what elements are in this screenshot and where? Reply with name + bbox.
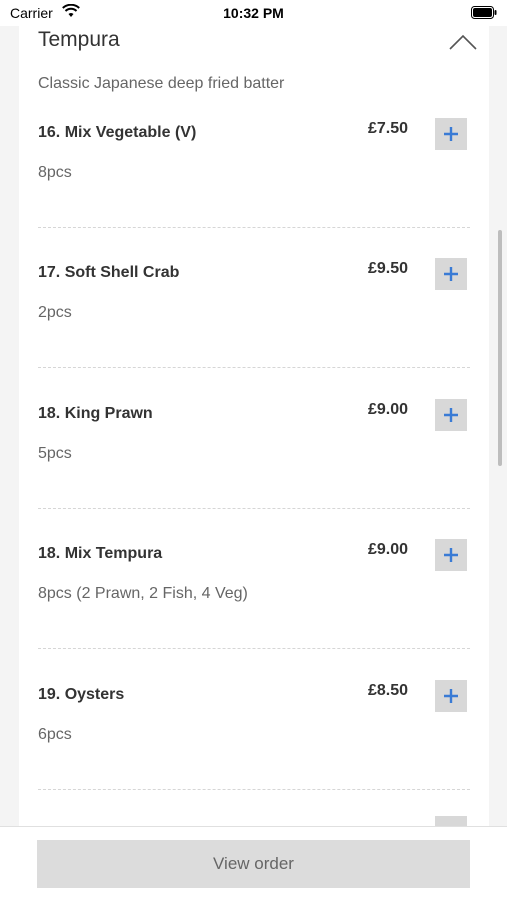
menu-item: 17. Soft Shell Crab 2pcs £9.50 [38,258,470,398]
item-name: 17. Soft Shell Crab [38,264,180,281]
section-title: Tempura [38,28,120,51]
item-divider [38,648,470,649]
add-item-button[interactable] [435,399,467,431]
add-item-button[interactable] [435,258,467,290]
plus-icon [444,548,458,562]
item-detail: 2pcs [38,304,72,321]
item-detail: 8pcs [38,164,72,181]
item-detail: 8pcs (2 Prawn, 2 Fish, 4 Veg) [38,585,248,602]
menu-section-card: Tempura Classic Japanese deep fried batt… [19,10,489,826]
menu-item: 19. Oysters 6pcs £8.50 [38,680,470,820]
menu-item: 18. King Prawn 5pcs £9.00 [38,399,470,539]
scrollbar[interactable] [498,230,502,466]
item-detail: 5pcs [38,445,72,462]
add-item-button[interactable] [435,118,467,150]
item-name: 16. Mix Vegetable (V) [38,124,197,141]
screen: Carrier 10:32 PM Tempura Classic Japanes… [0,0,507,900]
item-price: £8.50 [367,682,408,699]
section-header[interactable]: Tempura [38,28,478,68]
bottom-bar: View order [0,826,507,900]
menu-item: 16. Mix Vegetable (V) 8pcs £7.50 [38,118,470,258]
plus-icon [444,689,458,703]
item-divider [38,227,470,228]
section-description: Classic Japanese deep fried batter [38,75,285,92]
item-name: 18. Mix Tempura [38,545,163,562]
add-item-button[interactable] [435,816,467,826]
chevron-up-icon[interactable] [448,32,478,52]
item-name: 19. Oysters [38,686,125,703]
add-item-button[interactable] [435,539,467,571]
menu-item: 18. Mix Tempura 8pcs (2 Prawn, 2 Fish, 4… [38,539,470,679]
item-divider [38,367,470,368]
plus-icon [444,267,458,281]
item-divider [38,508,470,509]
item-price: £9.00 [367,401,408,418]
battery-icon [471,6,497,19]
status-time: 10:32 PM [223,5,284,21]
item-price: £9.50 [367,260,408,277]
plus-icon [444,408,458,422]
plus-icon [444,127,458,141]
view-order-button[interactable]: View order [37,840,470,888]
item-name: 18. King Prawn [38,405,153,422]
item-price: £7.50 [367,120,408,137]
status-bar: Carrier 10:32 PM [0,0,507,26]
item-divider [38,789,470,790]
item-price: £9.00 [367,541,408,558]
add-item-button[interactable] [435,680,467,712]
item-detail: 6pcs [38,726,72,743]
